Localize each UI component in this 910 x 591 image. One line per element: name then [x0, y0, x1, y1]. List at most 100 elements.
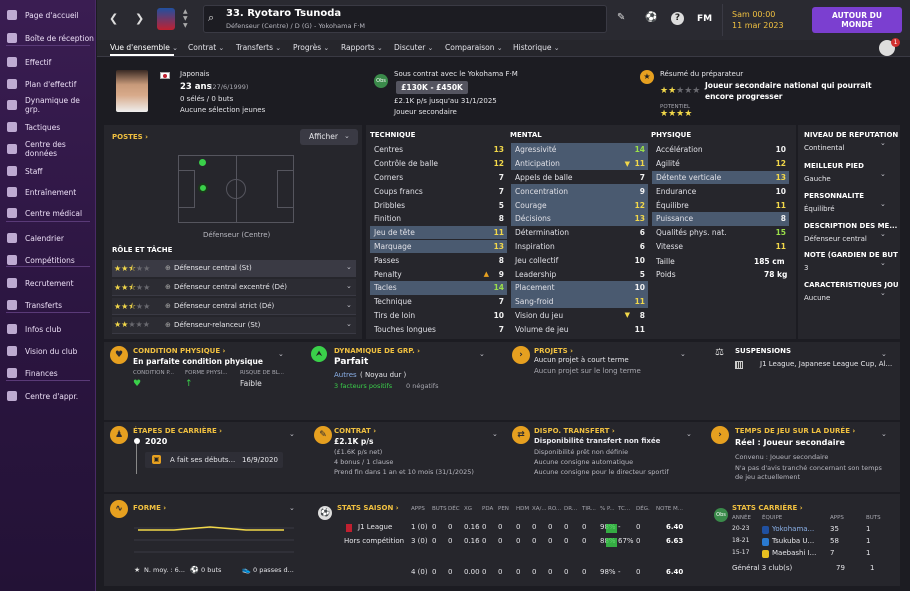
projects-icon[interactable]: › [512, 346, 530, 364]
attr-row[interactable]: Finition 8 [370, 212, 507, 226]
sidebar-item[interactable]: Plan d'effectif [0, 75, 96, 93]
role-row[interactable]: ★★⯪★★ ⊕ Défenseur central excentré (Dé) ⌄ [112, 279, 356, 296]
stats-row[interactable]: 4 (0) 0 0 0.00 0 0 0 0 0 0 0 98% -0 6.40 [336, 568, 706, 580]
heart-icon[interactable]: ♥ [110, 346, 128, 364]
stats-ball-icon[interactable]: ⚽ [318, 506, 332, 520]
stats-col-header[interactable]: TIR... [582, 506, 596, 512]
sidebar-item[interactable]: Centre médical [0, 204, 96, 222]
attr-row[interactable]: Vision du jeu 8 ▼ [511, 309, 648, 323]
career-header[interactable]: ÉTAPES DE CARRIÈRE › [133, 427, 222, 435]
sidebar-item[interactable]: Centre des données [0, 140, 96, 158]
stats-col-header[interactable]: PDA [482, 506, 493, 512]
attr-row[interactable]: Anticipation 11 ▼ [511, 156, 648, 171]
career-cell[interactable]: Tsukuba U... [772, 537, 814, 545]
attr-row[interactable]: Équilibre 11 [652, 198, 789, 212]
career-col-header[interactable]: APPS [830, 515, 844, 521]
date-box[interactable] [722, 4, 806, 36]
role-row[interactable]: ★★★★★ ⊕ Défenseur-relanceur (St) ⌄ [112, 317, 356, 334]
stats-row[interactable]: Hors compétition3 (0)000.16000000088%67%… [336, 537, 706, 549]
positions-header[interactable]: POSTES › [112, 133, 148, 141]
continue-button[interactable]: AUTOUR DU MONDE [812, 7, 902, 33]
career-row[interactable]: 20-23 Yokohama... 35 1 [732, 525, 894, 536]
stats-col-header[interactable]: XG [464, 506, 472, 512]
career-row[interactable]: 15-17 Maebashi I... 7 1 [732, 549, 894, 560]
attr-row[interactable]: Technique 7 [370, 295, 507, 309]
dispo-chevron-icon[interactable]: ⌄ [686, 430, 692, 438]
sidebar-item[interactable]: Effectif [0, 53, 96, 71]
career-cell[interactable]: Maebashi I... [772, 549, 816, 557]
attr-row[interactable]: Corners 7 [370, 171, 507, 185]
sidebar-item[interactable]: Page d'accueil [0, 6, 96, 24]
ball-icon[interactable]: ⚽ [645, 12, 657, 23]
sidebar-item[interactable]: Recrutement [0, 274, 96, 292]
attr-row[interactable]: Jeu de tête 11 [370, 225, 507, 240]
attr-row[interactable]: Décisions 13 [511, 212, 648, 226]
role-chevron-icon[interactable]: ⌄ [346, 301, 352, 309]
edit-icon[interactable]: ✎ [617, 12, 625, 23]
attr-row[interactable]: Accélération 10 [652, 143, 789, 157]
sidebar-item[interactable]: Entraînement [0, 183, 96, 201]
susp-chevron-icon[interactable]: ⌄ [881, 350, 887, 358]
forme-header[interactable]: FORME › [133, 504, 166, 512]
attr-row[interactable]: Détermination 6 [511, 226, 648, 240]
attr-row[interactable]: Tirs de loin 10 [370, 309, 507, 323]
dyn-header[interactable]: DYNAMIQUE DE GRP. › [334, 347, 420, 355]
notification-badge[interactable]: 1 [891, 38, 900, 47]
playtime-icon[interactable]: › [711, 426, 729, 444]
tab-0[interactable]: Vue d'ensemble ⌄ [110, 43, 178, 52]
attr-row[interactable]: Détente verticale 13 [652, 170, 789, 185]
attr-row[interactable]: Concentration 9 [511, 184, 648, 199]
forme-chevron-icon[interactable]: ⌄ [289, 504, 295, 512]
fm-logo[interactable]: FM [697, 14, 712, 24]
sidebar-item[interactable]: Calendrier [0, 229, 96, 247]
form-icon[interactable]: ∿ [110, 500, 128, 518]
stats-row[interactable]: J1 League1 (0)000.16000000098%-06.40 [336, 523, 706, 535]
attr-row[interactable]: Tacles 14 [370, 281, 507, 295]
temps-header[interactable]: TEMPS DE JEU SUR LA DURÉE › [735, 427, 855, 435]
stats-col-header[interactable]: XA/... [532, 506, 547, 512]
info-chevron-icon[interactable]: ⌄ [880, 200, 886, 208]
stats-col-header[interactable]: % P... [600, 506, 615, 512]
cond-header[interactable]: CONDITION PHYSIQUE › [133, 347, 225, 355]
stats-col-header[interactable]: BUTS [432, 506, 447, 512]
role-row[interactable]: ★★⯪★★ ⊕ Défenseur central strict (Dé) ⌄ [112, 298, 356, 315]
info-chevron-icon[interactable]: ⌄ [880, 259, 886, 267]
tab-4[interactable]: Rapports ⌄ [341, 43, 383, 52]
stats-col-header[interactable]: TC... [618, 506, 630, 512]
attr-row[interactable]: Qualités phys. nat. 15 [652, 226, 789, 240]
info-chevron-icon[interactable]: ⌄ [880, 289, 886, 297]
attr-row[interactable]: Coups francs 7 [370, 184, 507, 198]
role-row[interactable]: ★★⯪★★ ⊕ Défenseur central (St) ⌄ [112, 260, 356, 277]
cond-chevron-icon[interactable]: ⌄ [278, 350, 284, 358]
dynamics-icon[interactable]: ⮝ [311, 346, 327, 362]
attr-row[interactable]: Sang-froid 11 [511, 294, 648, 309]
attr-row[interactable]: Contrôle de balle 12 [370, 157, 507, 171]
career-col-header[interactable]: ANNÉE [732, 515, 751, 521]
attr-row[interactable]: Endurance 10 [652, 184, 789, 198]
attr-row[interactable]: Placement 10 [511, 281, 648, 295]
attr-row[interactable]: Marquage 13 [370, 239, 507, 254]
sidebar-item[interactable]: Tactiques [0, 118, 96, 136]
role-chevron-icon[interactable]: ⌄ [346, 263, 352, 271]
attr-row[interactable]: Passes 8 [370, 253, 507, 267]
gavel-icon[interactable]: ⚖ [715, 347, 724, 358]
tab-6[interactable]: Comparaison ⌄ [445, 43, 503, 52]
attr-row[interactable]: Touches longues 7 [370, 322, 507, 336]
info-chevron-icon[interactable]: ⌄ [880, 230, 886, 238]
dispo-header[interactable]: DISPO. TRANSFERT › [534, 427, 615, 435]
attr-row[interactable]: Appels de balle 7 [511, 171, 648, 185]
back-icon[interactable]: ❮ [109, 12, 118, 25]
value-badge[interactable]: £130K - £450K [396, 81, 468, 94]
projets-chevron-icon[interactable]: ⌄ [680, 350, 686, 358]
stats-col-header[interactable]: DÉC [448, 506, 460, 512]
contract-icon[interactable]: ✎ [314, 426, 332, 444]
tab-1[interactable]: Contrat ⌄ [188, 43, 224, 52]
career-icon[interactable]: ♟ [110, 426, 128, 444]
search-icon[interactable]: ⌕ [208, 11, 214, 25]
sidebar-item[interactable]: Vision du club [0, 342, 96, 360]
attr-row[interactable]: Vitesse 11 [652, 240, 789, 254]
info-chevron-icon[interactable]: ⌄ [880, 170, 886, 178]
stats-col-header[interactable]: PEN [498, 506, 509, 512]
temps-chevron-icon[interactable]: ⌄ [881, 430, 887, 438]
transfer-icon[interactable]: ⇄ [512, 426, 530, 444]
